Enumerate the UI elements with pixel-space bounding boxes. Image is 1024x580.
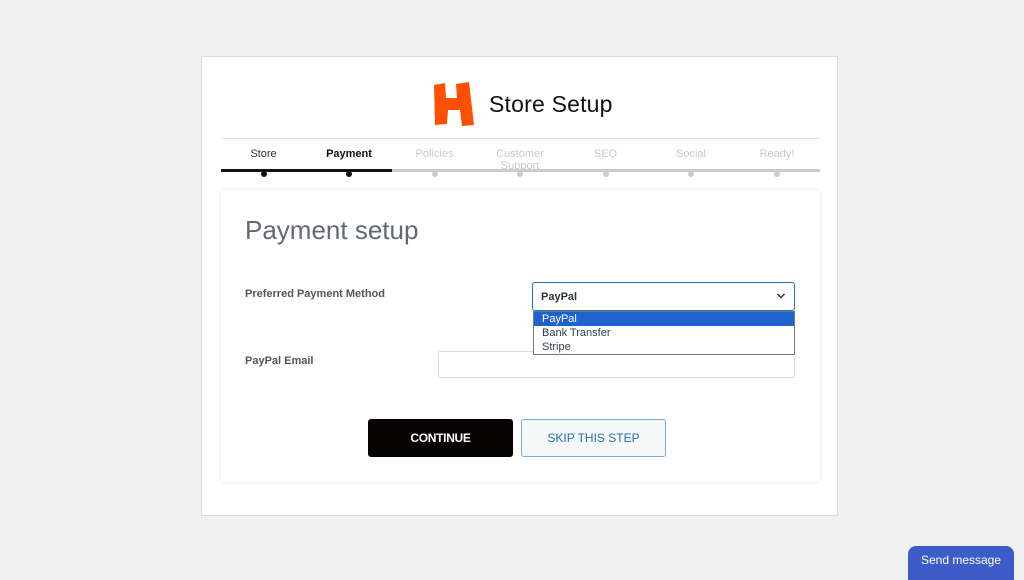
payment-method-select[interactable]: PayPal: [532, 282, 795, 311]
send-message-button[interactable]: Send message: [908, 546, 1014, 580]
step-label: Store: [250, 148, 277, 160]
step-label: Policies: [415, 148, 454, 160]
step-payment[interactable]: Payment: [306, 139, 392, 177]
step-label: Payment: [326, 148, 372, 160]
skip-step-button[interactable]: SKIP THIS STEP: [521, 419, 666, 457]
payment-method-options: PayPal Bank Transfer Stripe: [533, 311, 795, 355]
payment-setup-card: Payment setup Preferred Payment Method P…: [221, 190, 820, 482]
step-label: Customer Support: [496, 148, 544, 172]
step-dot: [688, 171, 694, 177]
page-title: Store Setup: [489, 91, 613, 117]
card-title: Payment setup: [245, 215, 419, 245]
step-dot: [517, 171, 523, 177]
step-label: Social: [676, 148, 706, 160]
step-policies[interactable]: Policies: [392, 139, 477, 177]
step-dot: [602, 171, 609, 177]
step-dot: [431, 171, 438, 177]
step-ready[interactable]: Ready!: [734, 139, 820, 177]
step-store[interactable]: Store: [221, 139, 306, 177]
wizard-header: Store Setup: [202, 57, 837, 138]
selected-value: PayPal: [541, 291, 578, 303]
step-customer-support[interactable]: Customer Support: [477, 139, 563, 177]
step-dot: [774, 171, 780, 177]
step-label: Ready!: [759, 148, 795, 160]
payment-method-label: Preferred Payment Method: [245, 288, 385, 300]
continue-button[interactable]: CONTINUE: [368, 419, 513, 457]
option-stripe[interactable]: Stripe: [534, 340, 794, 354]
paypal-email-label: PayPal Email: [245, 355, 314, 367]
brand-logo-icon: [434, 82, 474, 126]
paypal-email-input[interactable]: [438, 351, 795, 378]
step-seo[interactable]: SEO: [563, 139, 648, 177]
option-paypal[interactable]: PayPal: [534, 312, 794, 326]
store-setup-wizard: Store Setup Store Payment Policies Custo…: [201, 56, 838, 516]
option-bank-transfer[interactable]: Bank Transfer: [534, 326, 794, 340]
step-social[interactable]: Social: [648, 139, 734, 177]
setup-steps: Store Payment Policies Customer Support …: [221, 138, 820, 177]
chevron-down-icon: [776, 293, 786, 299]
step-dot: [260, 171, 267, 177]
step-label: SEO: [593, 148, 618, 160]
step-dot: [346, 171, 352, 177]
